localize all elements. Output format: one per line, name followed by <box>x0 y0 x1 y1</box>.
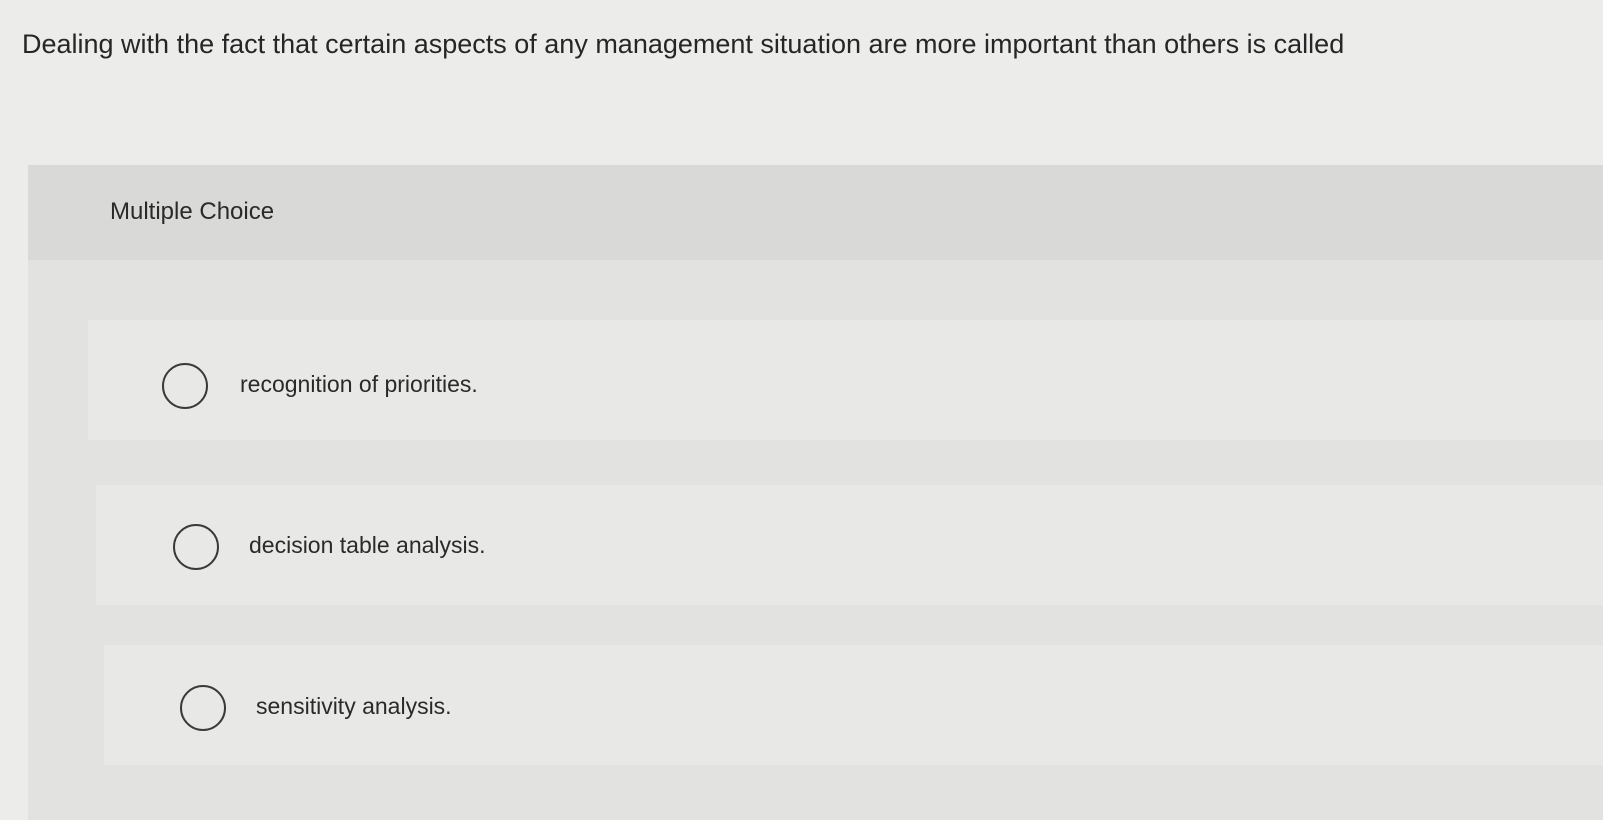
choice-option-3[interactable]: sensitivity analysis. <box>104 645 1603 765</box>
answer-panel: Multiple Choice recognition of prioritie… <box>28 165 1603 820</box>
question-text: Dealing with the fact that certain aspec… <box>22 29 1345 59</box>
question-type-label: Multiple Choice <box>110 198 275 225</box>
choice-option-1[interactable]: recognition of priorities. <box>88 320 1603 440</box>
choice-label[interactable]: sensitivity analysis. <box>256 690 452 722</box>
choice-label[interactable]: recognition of priorities. <box>240 368 478 400</box>
radio-button-icon[interactable] <box>180 685 226 731</box>
radio-button-icon[interactable] <box>173 524 219 570</box>
radio-button-icon[interactable] <box>162 363 208 409</box>
panel-header: Multiple Choice <box>28 165 1603 260</box>
choice-option-2[interactable]: decision table analysis. <box>96 485 1603 605</box>
choice-label[interactable]: decision table analysis. <box>249 529 486 561</box>
